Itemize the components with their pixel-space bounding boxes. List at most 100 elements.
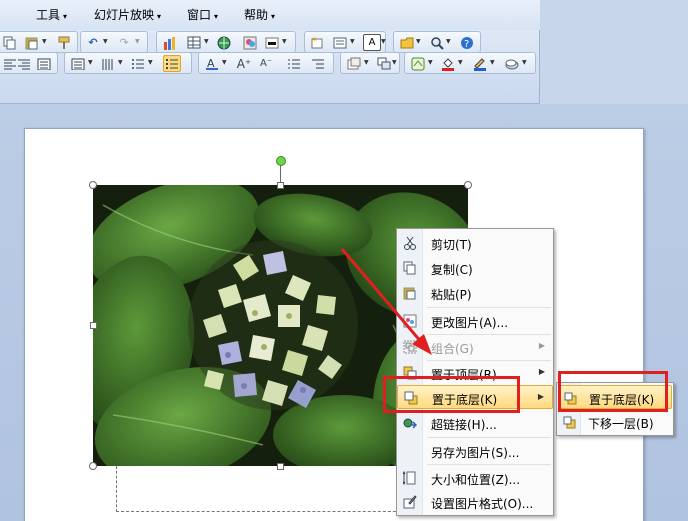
chevron-down-icon[interactable]: ▼ — [282, 38, 287, 45]
quick-style-button[interactable] — [409, 55, 427, 72]
shadow-button[interactable] — [503, 55, 521, 72]
chevron-down-icon[interactable]: ▼ — [222, 59, 227, 66]
menu-item-hyperlink[interactable]: 超链接(H)... — [397, 411, 553, 435]
table-icon — [187, 36, 200, 48]
chevron-down-icon[interactable]: ▼ — [364, 59, 369, 66]
increase-indent-icon — [312, 59, 324, 68]
rotation-handle[interactable] — [276, 156, 286, 166]
menu-item-group[interactable]: 组合(G) ▶ — [397, 335, 553, 359]
text-placeholder-outline[interactable] — [116, 466, 406, 512]
chevron-down-icon[interactable]: ▼ — [148, 59, 153, 66]
chevron-down-icon: ▾ — [271, 12, 276, 21]
chevron-down-icon[interactable]: ▼ — [103, 38, 108, 45]
insert-picture-button[interactable] — [241, 34, 259, 51]
chevron-down-icon[interactable]: ▼ — [392, 59, 397, 66]
chevron-down-icon[interactable]: ▼ — [428, 59, 433, 66]
arrange-button[interactable] — [375, 55, 393, 72]
menu-help[interactable]: 帮助 ▾ — [240, 4, 279, 26]
copy-icon — [3, 36, 16, 49]
chevron-down-icon[interactable]: ▼ — [88, 59, 93, 66]
decrease-indent-icon — [288, 59, 300, 68]
new-slide-button[interactable]: ✶ — [308, 34, 326, 51]
menu-window[interactable]: 窗口 ▾ — [183, 4, 222, 26]
numbering-button[interactable] — [129, 55, 147, 72]
resize-handle-top-left[interactable] — [89, 181, 97, 189]
decrease-indent-button[interactable] — [285, 55, 303, 72]
textbox-icon: A — [368, 37, 376, 48]
menu-item-copy[interactable]: 复制(C) — [397, 256, 553, 280]
bullets-button[interactable] — [163, 55, 181, 72]
justify-button[interactable] — [35, 55, 53, 72]
open-folder-button[interactable] — [398, 34, 416, 51]
zoom-button[interactable] — [428, 34, 446, 51]
menu-item-save-as-picture[interactable]: 另存为图片(S)... — [397, 439, 553, 463]
chevron-down-icon[interactable]: ▼ — [204, 38, 209, 45]
svg-text:?: ? — [464, 39, 469, 50]
text-direction-button[interactable] — [99, 55, 117, 72]
submenu-item-send-backward[interactable]: 下移一层(B) — [558, 410, 672, 434]
menu-item-paste[interactable]: 粘贴(P) — [397, 281, 553, 305]
chevron-down-icon: ▾ — [63, 12, 68, 21]
resize-handle-left[interactable] — [90, 322, 97, 329]
menu-tools[interactable]: 工具 ▾ — [32, 4, 71, 26]
distribute-icon — [71, 58, 85, 70]
align-right-button[interactable] — [15, 55, 33, 72]
fill-color-button[interactable] — [439, 55, 457, 72]
undo-icon: ↶ — [88, 36, 98, 49]
svg-text:✶: ✶ — [311, 36, 318, 44]
paste-button[interactable] — [23, 34, 41, 51]
resize-handle-top-right[interactable] — [464, 181, 472, 189]
redo-button[interactable]: ↷ — [115, 34, 133, 51]
resize-handle-bottom[interactable] — [277, 463, 284, 470]
grow-font-button[interactable]: A⁺ — [235, 55, 253, 72]
chevron-down-icon[interactable]: ▼ — [522, 59, 527, 66]
chevron-down-icon[interactable]: ▼ — [381, 38, 386, 45]
menu-item-size-position-label: 大小和位置(Z)... — [431, 473, 521, 487]
chevron-down-icon[interactable]: ▼ — [446, 38, 451, 45]
menu-item-change-picture[interactable]: 更改图片(A)... — [397, 309, 553, 333]
toolbar-group-drawing: ▼ ▼ — [340, 52, 400, 74]
line-color-button[interactable] — [471, 55, 489, 72]
chart-button[interactable] — [161, 34, 179, 51]
menu-slideshow[interactable]: 幻灯片放映 ▾ — [90, 4, 165, 26]
layout-icon — [333, 37, 346, 48]
org-chart-button[interactable] — [215, 34, 233, 51]
toolbar-group-align — [0, 52, 58, 74]
chevron-down-icon[interactable]: ▼ — [416, 38, 421, 45]
undo-button[interactable]: ↶ — [84, 34, 102, 51]
font-color-button[interactable]: A — [203, 55, 221, 72]
menu-item-format-picture[interactable]: 设置图片格式(O)... — [397, 490, 553, 514]
chevron-down-icon[interactable]: ▼ — [458, 59, 463, 66]
toolbar-group-insert: ▼ ▼ — [156, 31, 296, 53]
shrink-font-button[interactable]: A⁻ — [257, 55, 275, 72]
chart-icon — [163, 36, 175, 50]
align-right-icon — [18, 59, 30, 69]
toolbar-group-text: ✶ ▼ A ▼ — [304, 31, 386, 53]
help-button[interactable]: ? — [458, 34, 476, 51]
chevron-down-icon[interactable]: ▼ — [118, 59, 123, 66]
increase-indent-button[interactable] — [309, 55, 327, 72]
shapes-button[interactable] — [345, 55, 363, 72]
hyperlink-icon — [401, 415, 418, 431]
menu-item-cut[interactable]: 剪切(T) — [397, 231, 553, 255]
shapes-icon — [347, 57, 360, 69]
table-button[interactable] — [185, 34, 203, 51]
menu-slideshow-label: 幻灯片放映 — [94, 8, 155, 22]
format-painter-button[interactable] — [55, 34, 73, 51]
toolbar-group-undo: ↶ ▼ ↷ ▼ — [80, 31, 148, 53]
chevron-down-icon[interactable]: ▼ — [490, 59, 495, 66]
line-style-button[interactable] — [263, 34, 281, 51]
menu-separator — [427, 464, 551, 465]
textbox-button[interactable]: A — [363, 34, 381, 51]
layout-button[interactable] — [331, 34, 349, 51]
resize-handle-bottom-left[interactable] — [89, 462, 97, 470]
new-slide-icon: ✶ — [311, 36, 322, 48]
chevron-down-icon[interactable]: ▼ — [42, 38, 47, 45]
distributed-button[interactable] — [69, 55, 87, 72]
chevron-down-icon[interactable]: ▼ — [135, 38, 140, 45]
submenu-item-send-backward-label: 下移一层(B) — [588, 417, 654, 431]
menu-item-size-position[interactable]: 大小和位置(Z)... — [397, 466, 553, 490]
chevron-down-icon[interactable]: ▼ — [350, 38, 355, 45]
resize-handle-top[interactable] — [277, 182, 284, 189]
copy-button[interactable] — [1, 34, 19, 51]
